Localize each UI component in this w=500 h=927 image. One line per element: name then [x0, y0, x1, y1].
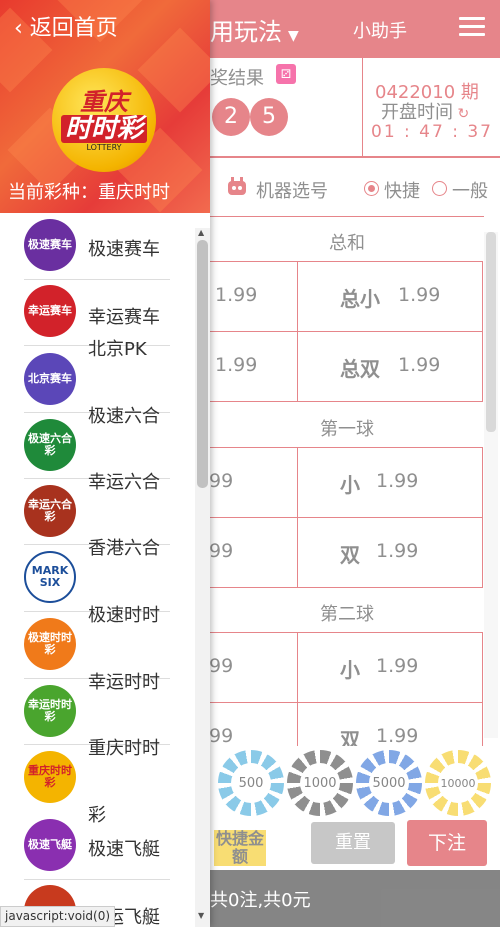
scroll-down-icon[interactable]: ▼ — [198, 911, 204, 920]
lottery-logo: 重庆 时时彩 LOTTERY — [52, 68, 156, 172]
side-drawer: ‹ 返回首页 重庆 时时彩 LOTTERY 当前彩种：重庆时时 极速赛车 极速赛… — [0, 0, 210, 927]
chevron-left-icon: ‹ — [14, 16, 30, 41]
back-home-link[interactable]: ‹ 返回首页 — [14, 10, 118, 42]
jisu-feiting-icon: 极速飞艇 — [24, 819, 76, 871]
chongqing-shishi-icon: 重庆时时彩 — [24, 751, 76, 803]
list-item-chongqing-shishi[interactable]: 重庆时时彩 重庆时时 — [0, 725, 195, 803]
list-item-xingyun-liuhe[interactable]: 幸运六合彩 幸运六合 — [0, 459, 195, 537]
current-lottery: 当前彩种：重庆时时 — [8, 182, 170, 203]
status-bar-url: javascript:void(0) — [0, 906, 116, 927]
drawer-header: ‹ 返回首页 重庆 时时彩 LOTTERY 当前彩种：重庆时时 — [0, 0, 210, 213]
list-item-xingyun-shishi[interactable]: 幸运时时彩 幸运时时 — [0, 659, 195, 737]
drawer-scroll-thumb[interactable] — [197, 240, 208, 488]
list-item-jisu-shishi[interactable]: 极速时时彩 极速时时 — [0, 592, 195, 670]
list-item-beijing-pk[interactable]: 北京赛车 北京PK — [0, 333, 195, 405]
xingyun-saiche-icon: 幸运赛车 — [24, 285, 76, 337]
scroll-up-icon[interactable]: ▲ — [198, 228, 204, 237]
jisu-saiche-icon: 极速赛车 — [24, 219, 76, 271]
list-item-jisu-feiting[interactable]: 极速飞艇 极速飞艇 — [0, 819, 195, 879]
list-item-jisu-liuhe[interactable]: 极速六合彩 极速六合 — [0, 393, 195, 471]
lottery-list: 极速赛车 极速赛车 幸运赛车 幸运赛车 北京赛车 北京PK 极速六合彩 极速六合… — [0, 213, 210, 927]
drawer-overlay[interactable] — [210, 0, 500, 927]
list-item-jisu-saiche[interactable]: 极速赛车 极速赛车 — [0, 219, 195, 279]
drawer-scrollbar[interactable]: ▲ ▼ — [195, 228, 210, 927]
list-item-xianggang-liuhe[interactable]: MARK SIX 香港六合 — [0, 525, 195, 603]
